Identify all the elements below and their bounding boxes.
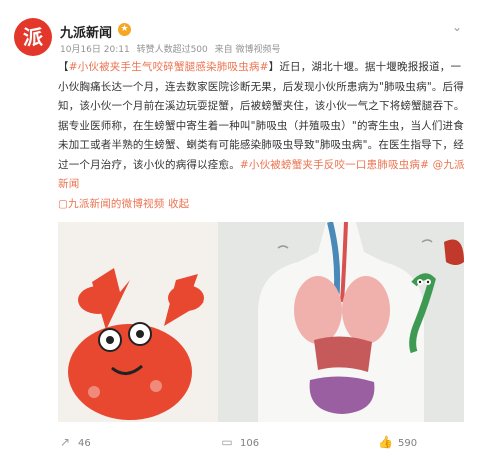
post-source[interactable]: 来自 微博视频号 <box>215 45 281 55</box>
weibo-post-card: 派 九派新闻 ★ 10月16日 20:11 转赞人数超过500 来自 微博视频号… <box>0 0 480 460</box>
bracket-close: 】 <box>268 61 280 73</box>
bracket-open: 【 <box>58 61 69 73</box>
action-bar: ↗ 46 ▭ 106 👍 590 <box>58 432 464 452</box>
video-link[interactable]: 九派新闻的微博视频 <box>68 198 164 210</box>
share-count: 46 <box>78 438 91 449</box>
thumbs-up-icon: 👍 <box>378 435 393 449</box>
comment-button[interactable]: ▭ 106 <box>220 432 259 452</box>
like-button[interactable]: 👍 590 <box>378 432 417 452</box>
video-link-icon[interactable]: ▢ <box>58 198 68 210</box>
crab-illustration <box>58 222 218 422</box>
avatar-logo-icon: 派 <box>23 25 43 49</box>
like-count: 590 <box>398 438 418 449</box>
share-button[interactable]: ↗ 46 <box>58 432 91 452</box>
body-anatomy-illustration <box>218 222 464 422</box>
collapse-link[interactable]: 收起 <box>168 198 189 210</box>
avatar[interactable]: 派 <box>14 18 52 56</box>
forward-count-label: 转赞人数超过500 <box>136 45 208 55</box>
post-header: 派 九派新闻 ★ 10月16日 20:11 转赞人数超过500 来自 微博视频号… <box>14 14 466 62</box>
share-icon: ↗ <box>59 435 71 449</box>
author-name[interactable]: 九派新闻 <box>60 22 112 41</box>
comment-icon: ▭ <box>221 435 233 449</box>
post-date[interactable]: 10月16日 20:11 <box>60 45 130 55</box>
topic-tag[interactable]: #小伙被夹手生气咬碎蟹腿感染肺吸虫病# <box>69 61 269 73</box>
verified-badge-icon: ★ <box>118 23 131 36</box>
post-body: 【#小伙被夹手生气咬碎蟹腿感染肺吸虫病#】近日，湖北十堰。据十堰晚报报道，一小伙… <box>58 58 468 214</box>
comment-count: 106 <box>240 438 260 449</box>
post-text: 近日，湖北十堰。据十堰晚报报道，一小伙胸痛长达一个月，连去数家医院诊断无果，后发… <box>58 61 465 171</box>
chevron-down-icon[interactable]: ⌄ <box>452 20 462 34</box>
topic-tag-2[interactable]: #小伙被螃蟹夹手反咬一口患肺吸虫病# <box>240 159 429 171</box>
post-video[interactable] <box>58 222 464 422</box>
post-meta: 10月16日 20:11 转赞人数超过500 来自 微博视频号 <box>60 42 285 55</box>
